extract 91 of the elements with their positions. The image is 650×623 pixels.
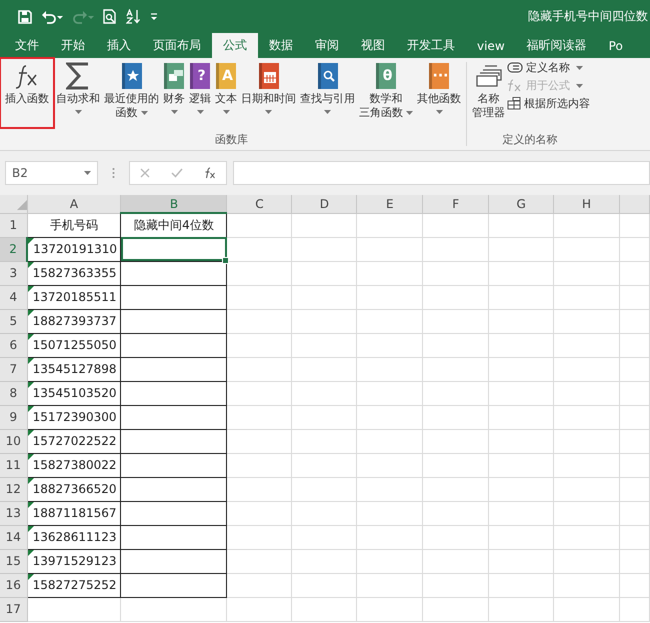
ribbon-tab[interactable]: 审阅 xyxy=(304,33,350,58)
row-header[interactable]: 9 xyxy=(0,405,28,429)
ribbon-button[interactable]: θ 数学和 三角函数 xyxy=(357,58,415,132)
grip-icon xyxy=(112,167,115,179)
function-icon xyxy=(507,79,523,92)
cell-text: 13720185511 xyxy=(32,290,117,304)
cell-text: 18827366520 xyxy=(32,482,117,496)
column-header[interactable]: C xyxy=(226,195,292,213)
row-header[interactable]: 10 xyxy=(0,429,28,453)
insert-function-icon[interactable] xyxy=(204,167,216,179)
ribbon-button[interactable]: ··· 其他函数 xyxy=(415,58,463,132)
row-header[interactable]: 15 xyxy=(0,549,28,573)
row-header[interactable]: 7 xyxy=(0,357,28,381)
row-header[interactable]: 16 xyxy=(0,573,28,597)
book-icon: θ xyxy=(376,63,396,89)
row-header[interactable]: 11 xyxy=(0,453,28,477)
cell-text: 13971529123 xyxy=(32,554,117,568)
cell-text: 13628611123 xyxy=(32,530,117,544)
column-header[interactable]: H xyxy=(554,195,620,213)
formula-input[interactable] xyxy=(233,161,650,185)
undo-icon[interactable] xyxy=(41,10,63,24)
cell-text: 手机号码 xyxy=(50,218,98,232)
row-header[interactable]: 13 xyxy=(0,501,28,525)
ribbon-tab[interactable]: 页面布局 xyxy=(142,33,212,58)
row-header[interactable]: 6 xyxy=(0,333,28,357)
row-header[interactable]: 2 xyxy=(0,237,28,261)
name-box[interactable]: B2 xyxy=(5,161,98,185)
ribbon-tab[interactable]: 开发工具 xyxy=(396,33,466,58)
ribbon-group-label: 函数库 xyxy=(214,132,249,148)
cell-text: 13545127898 xyxy=(32,362,117,376)
column-header[interactable]: B xyxy=(120,195,227,213)
ribbon-button[interactable]: ? 逻辑 xyxy=(187,58,213,132)
ribbon-button[interactable]: 财务 xyxy=(161,58,187,132)
ribbon-button[interactable]: 查找与引用 xyxy=(298,58,357,132)
column-header[interactable]: A xyxy=(27,195,121,213)
row-header[interactable]: 3 xyxy=(0,261,28,285)
cell-text: 15172390300 xyxy=(32,410,117,424)
ribbon-tab[interactable]: 开始 xyxy=(50,33,96,58)
ribbon-tab[interactable]: 插入 xyxy=(96,33,142,58)
ribbon-small-button[interactable]: 根据所选内容 xyxy=(507,96,590,111)
cell-text: 15827380022 xyxy=(32,458,117,472)
name-manager-icon xyxy=(474,64,502,88)
cell-text: 18827393737 xyxy=(32,314,117,328)
ribbon-button[interactable]: A 文本 xyxy=(213,58,239,132)
sort-icon[interactable] xyxy=(126,9,141,24)
fill-handle[interactable] xyxy=(222,256,230,264)
cell-text: 15727022522 xyxy=(32,434,117,448)
customize-caret-icon[interactable] xyxy=(150,12,158,20)
checkmark-icon[interactable] xyxy=(170,168,183,178)
print-preview-icon[interactable] xyxy=(103,9,117,24)
ribbon-tab[interactable]: 视图 xyxy=(350,33,396,58)
row-header[interactable]: 12 xyxy=(0,477,28,501)
column-header[interactable]: D xyxy=(292,195,357,213)
sigma-icon xyxy=(66,62,90,90)
ribbon-tab[interactable]: 福昕阅读器 xyxy=(516,33,598,58)
cell-text: 13720191310 xyxy=(33,242,118,256)
row-header[interactable]: 4 xyxy=(0,285,28,309)
window-title: 隐藏手机号中间四位数 xyxy=(528,8,649,25)
book-icon: ? xyxy=(190,63,210,89)
column-header[interactable]: E xyxy=(356,195,423,213)
cell-text: 13545103520 xyxy=(32,386,117,400)
book-icon: ··· xyxy=(429,63,449,89)
ribbon-small-button[interactable]: 定义名称 xyxy=(507,60,590,75)
ribbon-button[interactable]: 自动求和 xyxy=(54,58,102,132)
ribbon-button[interactable]: 日期和时间 xyxy=(239,58,298,132)
column-header[interactable]: F xyxy=(422,195,489,213)
row-header[interactable]: 14 xyxy=(0,525,28,549)
table-icon xyxy=(507,97,521,110)
cell-text: 15827275252 xyxy=(32,578,117,592)
cell-text: 18871181567 xyxy=(32,506,117,520)
row-header[interactable]: 1 xyxy=(0,213,28,237)
row-header[interactable]: 17 xyxy=(0,597,28,621)
row-header[interactable]: 8 xyxy=(0,381,28,405)
ribbon-tab[interactable]: 数据 xyxy=(258,33,304,58)
ribbon-tab[interactable]: 文件 xyxy=(4,33,50,58)
book-icon: A xyxy=(216,63,236,89)
cell-text: 隐藏中间4位数 xyxy=(134,218,214,232)
column-header[interactable]: G xyxy=(488,195,554,213)
ribbon-group-label: 定义的名称 xyxy=(502,132,558,148)
ribbon-tab[interactable]: 公式 xyxy=(212,33,258,58)
label-tag-icon xyxy=(507,62,523,73)
cell-text: 15071255050 xyxy=(32,338,117,352)
ribbon-button[interactable]: 插入函数 xyxy=(0,58,54,128)
cell-text: 15827363355 xyxy=(32,266,117,280)
caret-icon[interactable] xyxy=(84,171,91,175)
row-header[interactable]: 5 xyxy=(0,309,28,333)
ribbon-button[interactable]: 名称 管理器 xyxy=(470,58,507,132)
save-icon[interactable] xyxy=(18,10,32,24)
ribbon-button[interactable]: 最近使用的 函数 xyxy=(102,58,161,132)
ribbon-tab[interactable]: view xyxy=(466,33,516,58)
ribbon-tab[interactable]: Po xyxy=(598,33,634,58)
